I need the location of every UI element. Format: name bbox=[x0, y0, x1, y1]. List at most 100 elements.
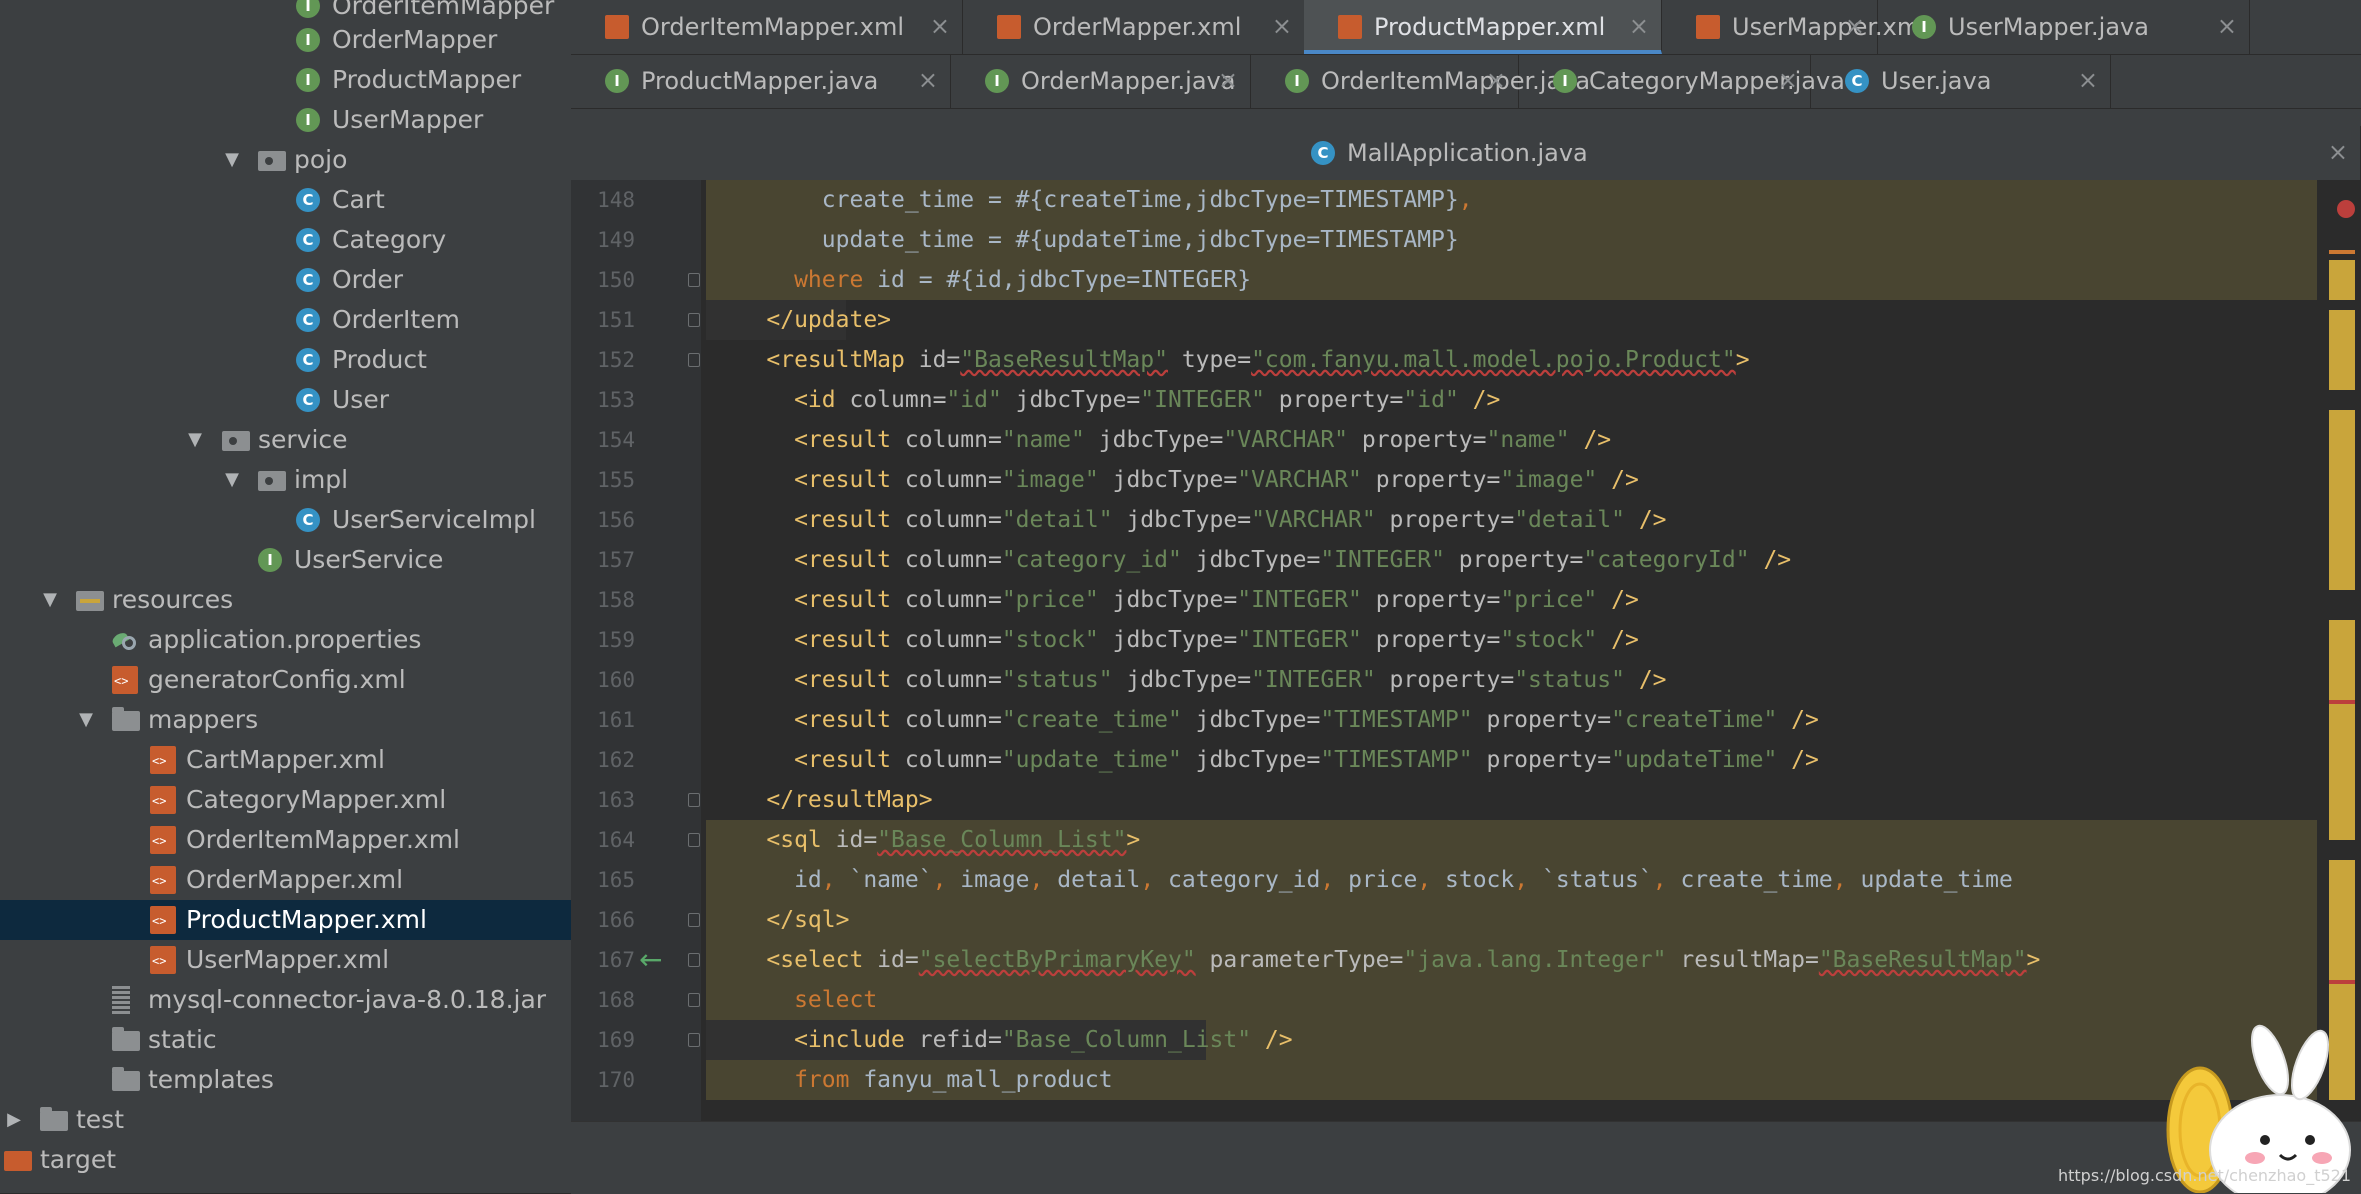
close-tab-icon[interactable]: × bbox=[2217, 0, 2237, 54]
editor-tab[interactable]: I OrderItemMapper.java × bbox=[1251, 54, 1590, 108]
code-line[interactable]: 162 <result column="update_time" jdbcTyp… bbox=[571, 740, 2361, 780]
tree-item[interactable]: ▼ pojo bbox=[0, 140, 571, 180]
editor-tab[interactable]: UserMapper.xml × bbox=[1662, 0, 1927, 54]
editor-tab[interactable]: ProductMapper.xml × bbox=[1304, 0, 1662, 54]
tree-item[interactable]: CartMapper.xml bbox=[0, 740, 571, 780]
editor-scrollbar[interactable] bbox=[2317, 180, 2361, 1121]
tree-item[interactable]: C UserServiceImpl bbox=[0, 500, 571, 540]
tree-item[interactable]: C Category bbox=[0, 220, 571, 260]
fold-marker-icon[interactable] bbox=[688, 953, 700, 967]
tree-item[interactable]: I UserService bbox=[0, 540, 571, 580]
code-line[interactable]: 157 <result column="category_id" jdbcTyp… bbox=[571, 540, 2361, 580]
tree-item[interactable]: ▼ impl bbox=[0, 460, 571, 500]
tree-item[interactable]: C OrderItem bbox=[0, 300, 571, 340]
tree-item[interactable]: target bbox=[0, 1140, 571, 1180]
code-line[interactable]: 156 <result column="detail" jdbcType="VA… bbox=[571, 500, 2361, 540]
fold-marker-icon[interactable] bbox=[688, 793, 700, 807]
tree-item[interactable]: OrderItemMapper.xml bbox=[0, 820, 571, 860]
fold-marker-icon[interactable] bbox=[688, 353, 700, 367]
error-marker[interactable] bbox=[2329, 700, 2355, 704]
tree-item[interactable]: OrderMapper.xml bbox=[0, 860, 571, 900]
code-line[interactable]: 159 <result column="stock" jdbcType="INT… bbox=[571, 620, 2361, 660]
tree-item[interactable]: I UserMapper bbox=[0, 100, 571, 140]
code-line[interactable]: 149 update_time = #{updateTime,jdbcType=… bbox=[571, 220, 2361, 260]
expand-arrow-down-icon[interactable]: ▼ bbox=[40, 590, 60, 610]
close-tab-icon[interactable]: × bbox=[1778, 54, 1798, 108]
editor-tab[interactable]: I OrderMapper.java × bbox=[951, 54, 1251, 108]
code-line[interactable]: 161 <result column="create_time" jdbcTyp… bbox=[571, 700, 2361, 740]
close-tab-icon[interactable]: × bbox=[1486, 54, 1506, 108]
expand-arrow-right-icon[interactable]: ▶ bbox=[4, 1110, 24, 1130]
expand-arrow-down-icon[interactable]: ▼ bbox=[76, 710, 96, 730]
code-line[interactable]: 169 <include refid="Base_Column_List" /> bbox=[571, 1020, 2361, 1060]
code-line[interactable]: 168 select bbox=[571, 980, 2361, 1020]
fold-marker-icon[interactable] bbox=[688, 313, 700, 327]
tree-item[interactable]: I ProductMapper bbox=[0, 60, 571, 100]
error-marker[interactable] bbox=[2329, 980, 2355, 984]
fold-marker-icon[interactable] bbox=[688, 993, 700, 1007]
tree-item[interactable]: application.properties bbox=[0, 620, 571, 660]
highlight-marker[interactable] bbox=[2329, 620, 2355, 840]
tree-item[interactable]: generatorConfig.xml bbox=[0, 660, 571, 700]
tree-item[interactable]: UserMapper.xml bbox=[0, 940, 571, 980]
editor-tab[interactable]: C MallApplication.java × bbox=[571, 126, 2361, 180]
editor-tab[interactable]: C User.java × bbox=[1811, 54, 2111, 108]
code-editor[interactable]: 148 create_time = #{createTime,jdbcType=… bbox=[571, 180, 2361, 1121]
close-tab-icon[interactable]: × bbox=[1629, 0, 1649, 54]
tree-item[interactable]: ▼ mappers bbox=[0, 700, 571, 740]
editor-tab[interactable]: OrderMapper.xml × bbox=[963, 0, 1305, 54]
tree-item[interactable]: C Product bbox=[0, 340, 571, 380]
code-line[interactable]: 166 </sql> bbox=[571, 900, 2361, 940]
fold-marker-icon[interactable] bbox=[688, 913, 700, 927]
close-tab-icon[interactable]: × bbox=[1845, 0, 1865, 54]
tree-item[interactable]: mysql-connector-java-8.0.18.jar bbox=[0, 980, 571, 1020]
code-line[interactable]: 160 <result column="status" jdbcType="IN… bbox=[571, 660, 2361, 700]
close-tab-icon[interactable]: × bbox=[1272, 0, 1292, 54]
code-line[interactable]: 167 ← <select id="selectByPrimaryKey" par… bbox=[571, 940, 2361, 980]
fold-marker-icon[interactable] bbox=[688, 1033, 700, 1047]
highlight-marker[interactable] bbox=[2329, 410, 2355, 590]
code-line[interactable]: 152 <resultMap id="BaseResultMap" type="… bbox=[571, 340, 2361, 380]
highlight-marker[interactable] bbox=[2329, 250, 2355, 254]
error-marker[interactable] bbox=[2337, 200, 2355, 218]
close-tab-icon[interactable]: × bbox=[918, 54, 938, 108]
editor-tab[interactable]: OrderItemMapper.xml × bbox=[571, 0, 963, 54]
tree-item[interactable]: templates bbox=[0, 1060, 571, 1100]
tree-item[interactable]: ▶ test bbox=[0, 1100, 571, 1140]
code-line[interactable]: 158 <result column="price" jdbcType="INT… bbox=[571, 580, 2361, 620]
tree-item[interactable]: ▼ resources bbox=[0, 580, 571, 620]
tree-item[interactable]: static bbox=[0, 1020, 571, 1060]
code-line[interactable]: 150 where id = #{id,jdbcType=INTEGER} bbox=[571, 260, 2361, 300]
code-line[interactable]: 163 </resultMap> bbox=[571, 780, 2361, 820]
code-line[interactable]: 154 <result column="name" jdbcType="VARC… bbox=[571, 420, 2361, 460]
code-line[interactable]: 148 create_time = #{createTime,jdbcType=… bbox=[571, 180, 2361, 220]
tree-item[interactable]: I OrderMapper bbox=[0, 20, 571, 60]
close-tab-icon[interactable]: × bbox=[2328, 126, 2348, 180]
code-line[interactable]: 153 <id column="id" jdbcType="INTEGER" p… bbox=[571, 380, 2361, 420]
fold-marker-icon[interactable] bbox=[688, 273, 700, 287]
expand-arrow-down-icon[interactable]: ▼ bbox=[222, 150, 242, 170]
code-line[interactable]: 151 </update> bbox=[571, 300, 2361, 340]
tree-item[interactable]: CategoryMapper.xml bbox=[0, 780, 571, 820]
editor-tab[interactable]: I ProductMapper.java × bbox=[571, 54, 951, 108]
tree-item[interactable]: ▼ service bbox=[0, 420, 571, 460]
close-tab-icon[interactable]: × bbox=[930, 0, 950, 54]
tree-item[interactable]: C Order bbox=[0, 260, 571, 300]
tree-item[interactable]: ProductMapper.xml bbox=[0, 900, 571, 940]
code-line[interactable]: 170 from fanyu_mall_product bbox=[571, 1060, 2361, 1100]
tree-item[interactable]: C User bbox=[0, 380, 571, 420]
highlight-marker[interactable] bbox=[2329, 260, 2355, 300]
expand-arrow-down-icon[interactable]: ▼ bbox=[222, 470, 242, 490]
highlight-marker[interactable] bbox=[2329, 310, 2355, 390]
expand-arrow-down-icon[interactable]: ▼ bbox=[185, 430, 205, 450]
editor-tab[interactable]: I UserMapper.java × bbox=[1878, 0, 2250, 54]
fold-marker-icon[interactable] bbox=[688, 833, 700, 847]
close-tab-icon[interactable]: × bbox=[2078, 54, 2098, 108]
code-line[interactable]: 165 id, `name`, image, detail, category_… bbox=[571, 860, 2361, 900]
editor-tab[interactable]: I CategoryMapper.java × bbox=[1519, 54, 1845, 108]
close-tab-icon[interactable]: × bbox=[1218, 54, 1238, 108]
navigate-arrow-icon[interactable]: ← bbox=[639, 940, 662, 980]
code-line[interactable]: 155 <result column="image" jdbcType="VAR… bbox=[571, 460, 2361, 500]
code-line[interactable]: 164 <sql id="Base_Column_List"> bbox=[571, 820, 2361, 860]
tree-item[interactable]: C Cart bbox=[0, 180, 571, 220]
